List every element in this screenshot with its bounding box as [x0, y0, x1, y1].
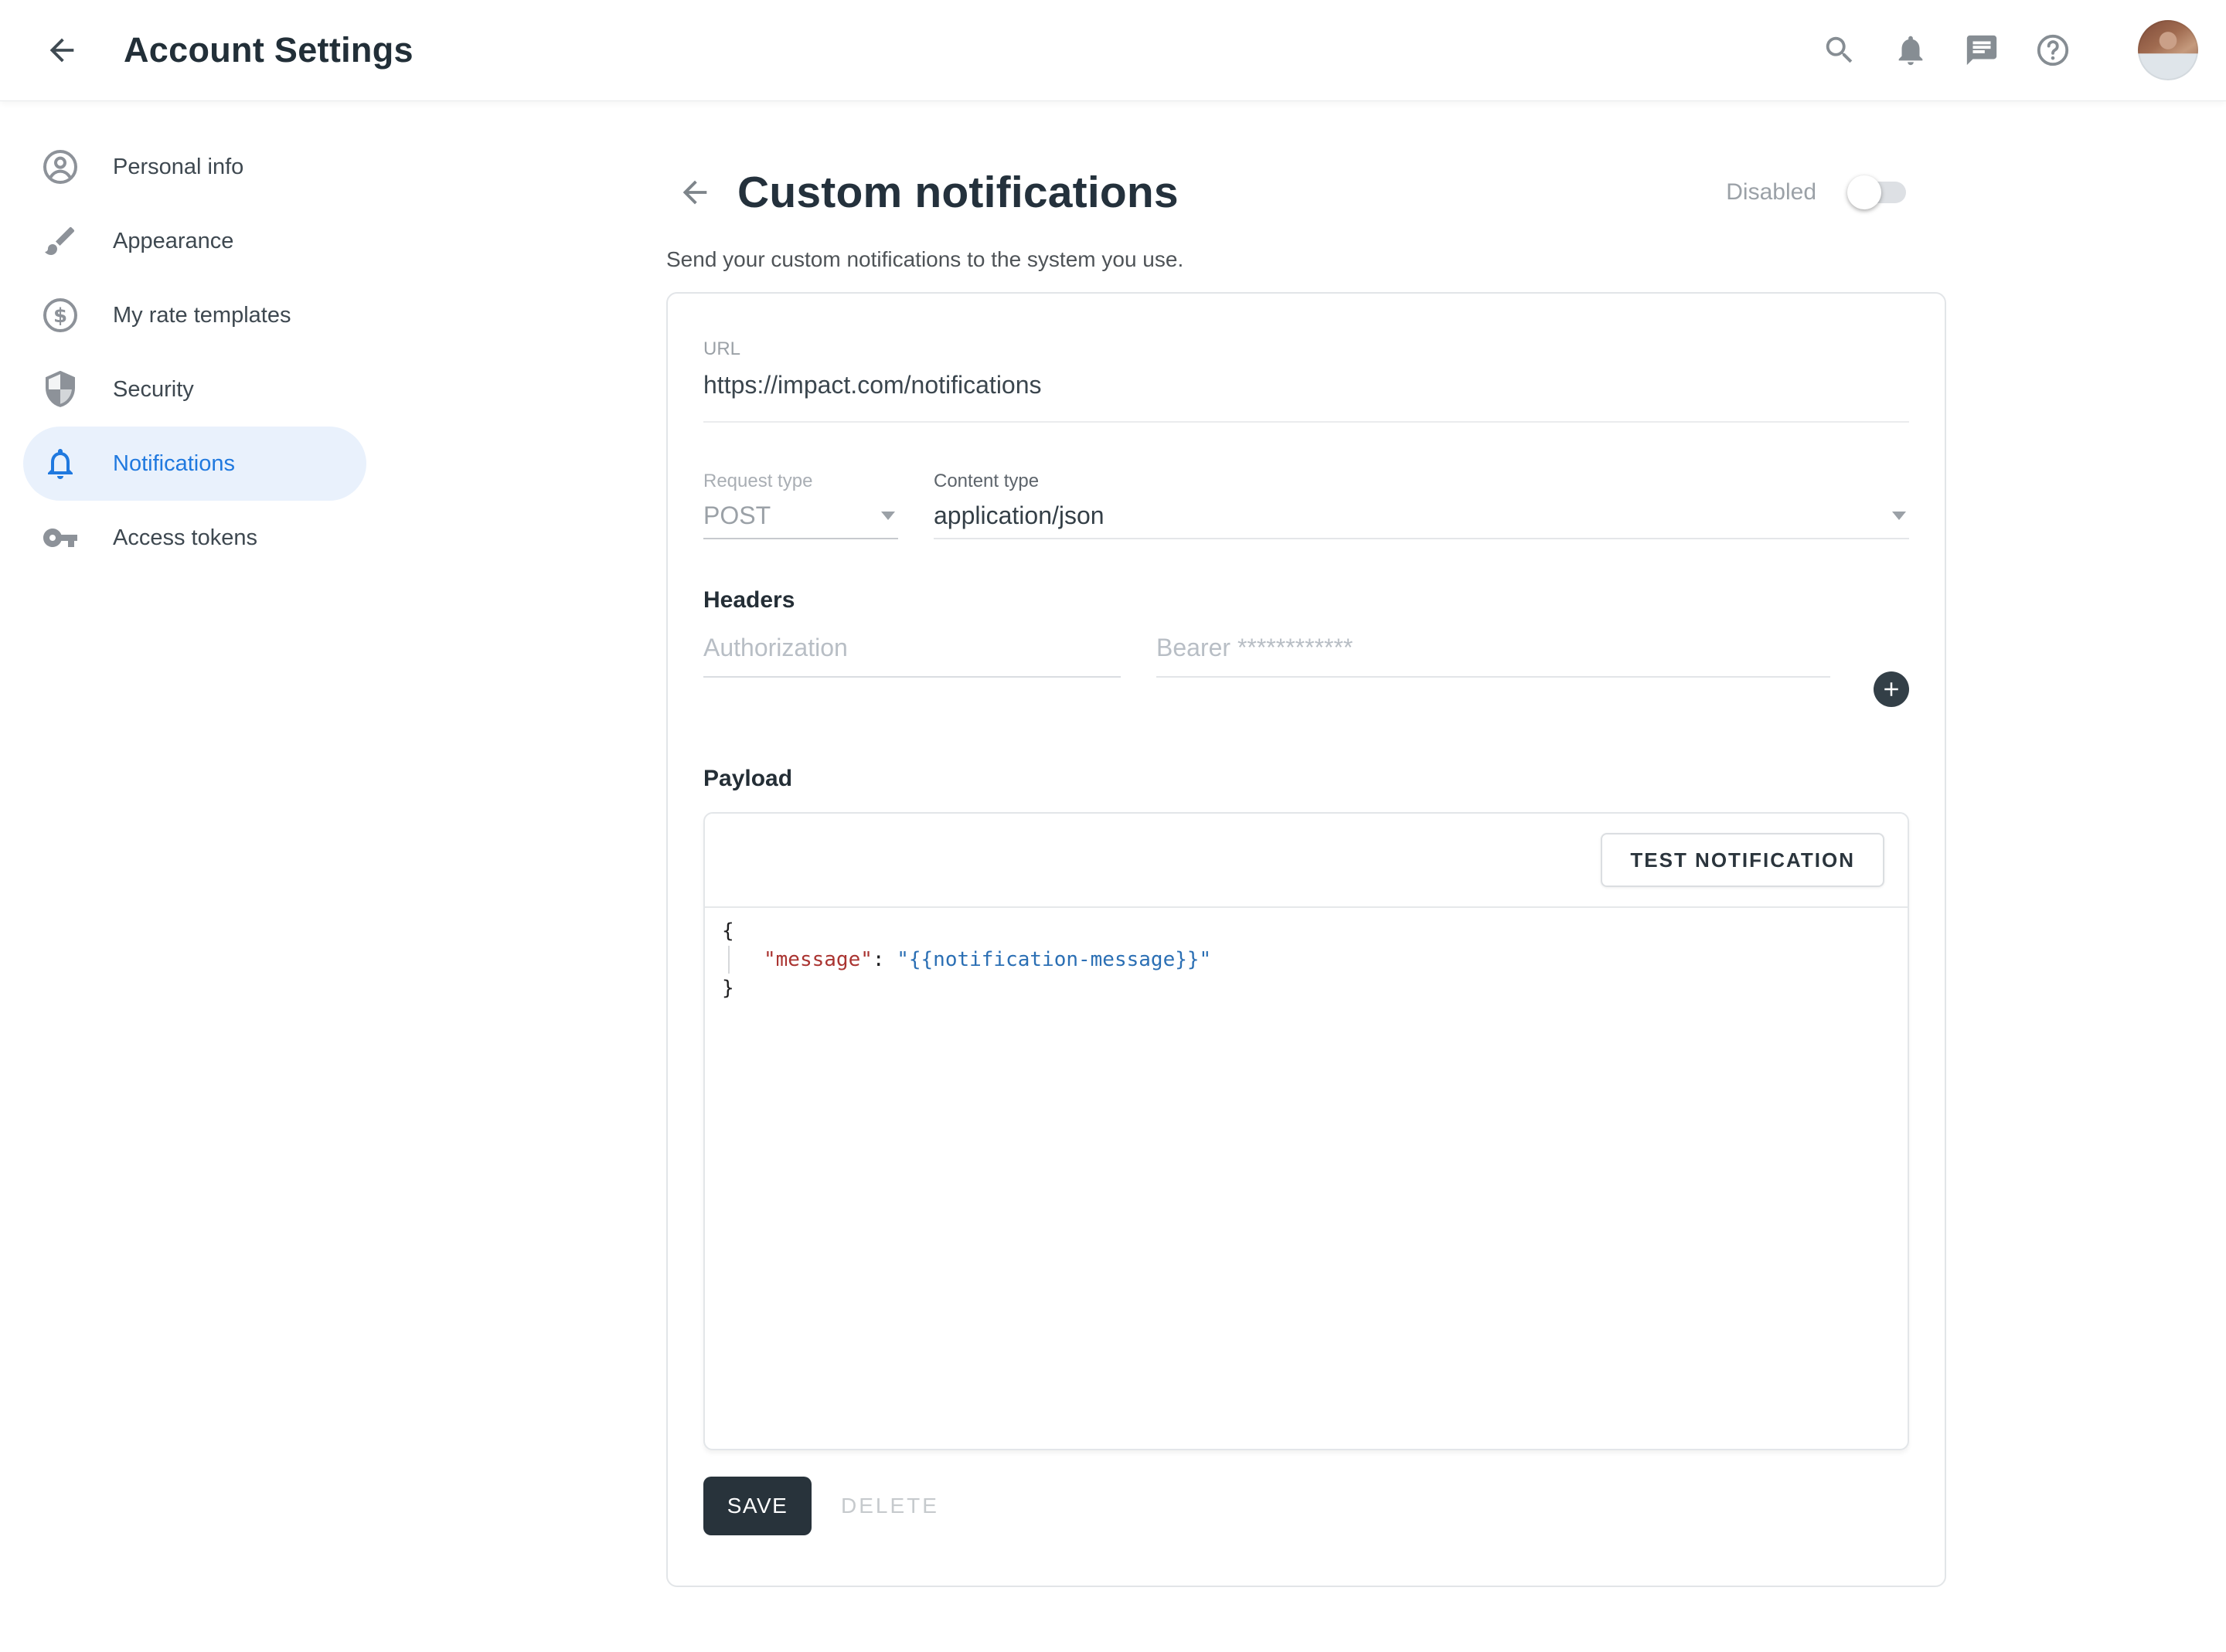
json-key: "message": [764, 948, 873, 971]
page-subtitle: Send your custom notifications to the sy…: [666, 247, 1948, 272]
content-type-value: application/json: [934, 501, 1104, 530]
sidebar-item-label: Personal info: [113, 155, 243, 180]
sidebar-item-label: Appearance: [113, 229, 233, 254]
payload-section-title: Payload: [703, 766, 1909, 792]
notification-settings-card: URL Request type POST Content type appl: [666, 292, 1946, 1587]
json-separator: :: [873, 948, 897, 971]
sidebar-item-notifications[interactable]: Notifications: [23, 427, 366, 501]
help-icon[interactable]: [2034, 32, 2071, 69]
page-title: Custom notifications: [737, 167, 1179, 218]
plus-icon: [1880, 678, 1903, 701]
request-type-label: Request type: [703, 471, 898, 492]
svg-text:$: $: [53, 304, 67, 328]
dollar-circle-icon: $: [42, 297, 79, 334]
payload-code-editor[interactable]: { "message": "{{notification-message}}" …: [705, 908, 1908, 1449]
test-notification-button[interactable]: TEST NOTIFICATION: [1601, 833, 1884, 887]
user-avatar[interactable]: [2138, 20, 2198, 80]
sidebar-item-label: Access tokens: [113, 525, 257, 551]
request-type-select[interactable]: Request type POST: [703, 471, 898, 539]
chevron-down-icon: [881, 512, 895, 520]
headers-section-title: Headers: [703, 587, 1909, 614]
back-arrow-icon[interactable]: [43, 32, 80, 69]
content-type-select[interactable]: Content type application/json: [934, 471, 1909, 539]
bell-outline-icon: [42, 445, 79, 482]
main-content: Custom notifications Disabled Send your …: [666, 100, 1948, 1587]
url-field-group: URL: [703, 338, 1909, 423]
content-type-label: Content type: [934, 471, 1909, 492]
save-button[interactable]: SAVE: [703, 1477, 812, 1535]
payload-toolbar: TEST NOTIFICATION: [705, 814, 1908, 908]
code-line: "message": "{{notification-message}}": [722, 946, 1908, 974]
toggle-status-label: Disabled: [1726, 179, 1816, 206]
sidebar-item-security[interactable]: Security: [23, 352, 366, 427]
chat-icon[interactable]: [1963, 32, 2000, 69]
json-value: "{{notification-message}}": [897, 948, 1211, 971]
sidebar-item-label: Notifications: [113, 451, 235, 477]
add-header-button[interactable]: [1874, 671, 1909, 707]
sidebar-item-access-tokens[interactable]: Access tokens: [23, 501, 366, 575]
indent-guide: [728, 946, 730, 974]
brush-icon: [42, 223, 79, 260]
sidebar-item-appearance[interactable]: Appearance: [23, 204, 366, 278]
header-name-input[interactable]: [703, 634, 1121, 662]
payload-editor: TEST NOTIFICATION { "message": "{{notifi…: [703, 812, 1909, 1450]
sidebar-item-rate-templates[interactable]: $ My rate templates: [23, 278, 366, 352]
chevron-down-icon: [1892, 512, 1906, 520]
shield-icon: [42, 371, 79, 408]
headers-row: [703, 634, 1909, 678]
code-line: }: [722, 974, 1908, 1003]
delete-button[interactable]: DELETE: [841, 1494, 939, 1518]
sidebar-item-label: My rate templates: [113, 303, 291, 328]
app-bar: Account Settings: [0, 0, 2226, 100]
enable-toggle[interactable]: [1847, 175, 1906, 210]
header-value-input[interactable]: [1156, 634, 1830, 662]
url-label: URL: [703, 338, 1909, 360]
person-circle-icon: [42, 148, 79, 185]
search-icon[interactable]: [1821, 32, 1858, 69]
settings-sidebar: Personal info Appearance $ My rate templ…: [0, 100, 433, 575]
request-type-value: POST: [703, 501, 771, 530]
key-icon: [42, 519, 79, 556]
url-input[interactable]: [703, 371, 1909, 399]
sidebar-item-label: Security: [113, 377, 194, 403]
app-title: Account Settings: [124, 30, 414, 70]
appbar-actions: [1821, 20, 2198, 80]
toggle-knob: [1847, 175, 1881, 209]
bell-icon[interactable]: [1892, 32, 1929, 69]
sidebar-item-personal-info[interactable]: Personal info: [23, 130, 366, 204]
code-line: {: [722, 917, 1908, 946]
page-back-arrow-icon[interactable]: [677, 175, 713, 210]
